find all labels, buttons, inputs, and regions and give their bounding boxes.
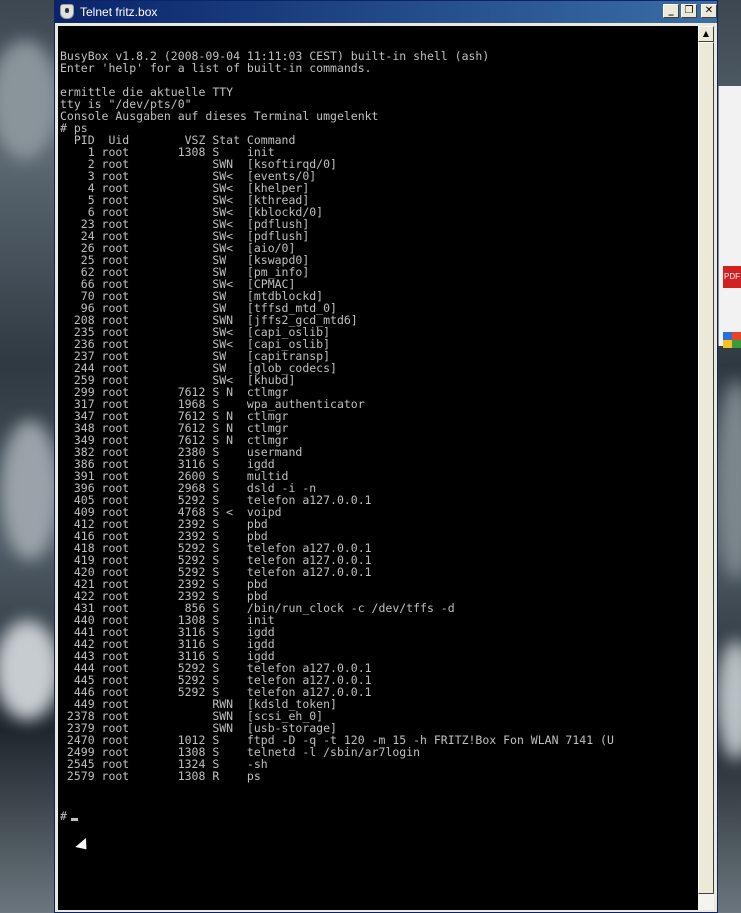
prompt-line[interactable]: #	[60, 810, 78, 822]
terminal-line: Console Ausgaben auf dieses Terminal umg…	[60, 109, 379, 123]
desktop-background: PDF Telnet fritz.box _ ❐ ✕ BusyBox v1.8.…	[0, 0, 741, 913]
text-cursor	[70, 818, 78, 821]
cloud-shape	[716, 640, 741, 760]
terminal-lines: BusyBox v1.8.2 (2008-09-04 11:11:03 CEST…	[60, 50, 614, 782]
telnet-app-icon[interactable]	[60, 4, 74, 19]
window-title: Telnet fritz.box	[80, 5, 158, 19]
prompt: #	[60, 809, 67, 823]
mouse-pointer-icon	[75, 838, 92, 854]
background-window[interactable]: PDF	[718, 86, 741, 348]
vertical-scrollbar[interactable]: ▲	[698, 26, 714, 910]
terminal-line: 2579 root 1308 R ps	[60, 769, 261, 783]
windows-logo-icon	[723, 332, 741, 348]
cloud-shape	[716, 380, 741, 580]
title-bar[interactable]: Telnet fritz.box _ ❐ ✕	[55, 1, 717, 23]
pdf-icon: PDF	[723, 266, 741, 288]
cloud-shape	[0, 620, 60, 720]
terminal-line: Enter 'help' for a list of built-in comm…	[60, 61, 372, 75]
telnet-window[interactable]: Telnet fritz.box _ ❐ ✕ BusyBox v1.8.2 (2…	[54, 0, 718, 913]
minimize-button[interactable]: _	[663, 4, 679, 18]
cloud-shape	[0, 420, 60, 560]
maximize-button[interactable]: ❐	[681, 4, 697, 18]
terminal-output[interactable]: BusyBox v1.8.2 (2008-09-04 11:11:03 CEST…	[58, 26, 698, 910]
scroll-up-button[interactable]: ▲	[698, 26, 714, 42]
cloud-shape	[0, 40, 60, 160]
scroll-thumb[interactable]	[698, 42, 714, 894]
close-button[interactable]: ✕	[701, 4, 717, 18]
